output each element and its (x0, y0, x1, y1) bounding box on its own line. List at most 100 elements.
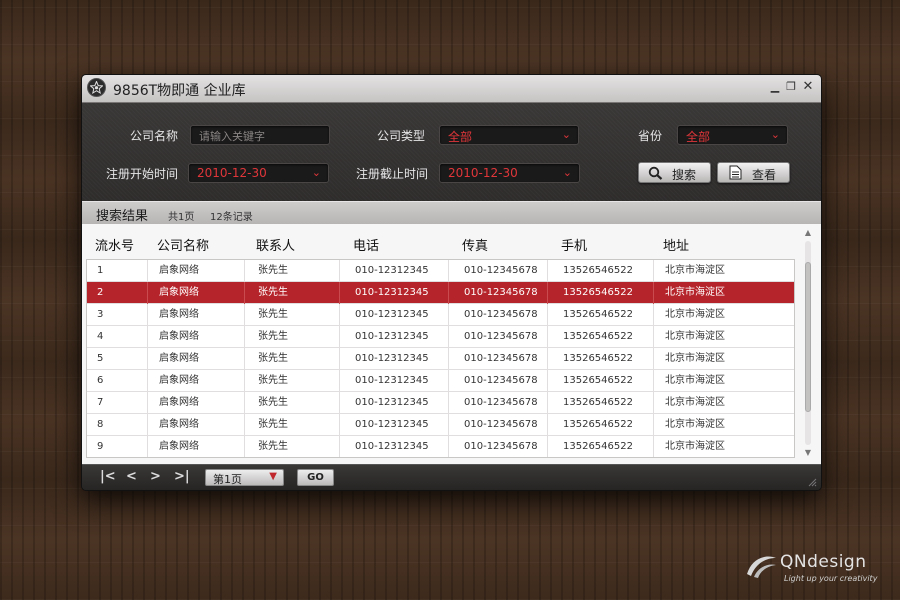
table-row[interactable]: 2 启象网络 张先生 010-12312345 010-12345678 13526546… (87, 282, 794, 304)
table-row[interactable]: 8 启象网络 张先生 010-12312345 010-12345678 13526546… (87, 414, 794, 436)
view-button[interactable]: 查看 (717, 162, 790, 183)
column-divider (339, 348, 340, 370)
column-divider (147, 304, 148, 326)
address-cell: 北京市海淀区 (665, 419, 725, 430)
page-select-value: 第1页 (213, 473, 242, 486)
table-body: 1 启象网络 张先生 010-12312345 010-12345678 13526546… (86, 259, 795, 458)
address-header[interactable]: 地址 (663, 235, 689, 254)
contact-cell: 张先生 (258, 353, 288, 364)
contact-header[interactable]: 联系人 (256, 235, 295, 254)
reg-end-label: 注册截止时间 (356, 167, 429, 181)
province-value: 全部 (686, 130, 711, 144)
fax-cell: 010-12345678 (464, 441, 538, 452)
company-type-value: 全部 (448, 130, 473, 144)
serial-cell: 9 (97, 441, 104, 452)
table-row[interactable]: 6 启象网络 张先生 010-12312345 010-12345678 13526546… (87, 370, 794, 392)
go-button[interactable]: GO (297, 469, 334, 486)
column-divider (147, 348, 148, 370)
column-divider (244, 260, 245, 282)
search-button[interactable]: 搜索 (638, 162, 711, 183)
column-divider (653, 326, 654, 348)
pagination-bar: |< < > >| 第1页 ▼ GO (82, 464, 821, 490)
close-icon[interactable]: ✕ (801, 79, 815, 95)
mobile-cell: 13526546522 (563, 419, 633, 430)
search-icon (648, 166, 663, 180)
table-row[interactable]: 7 启象网络 张先生 010-12312345 010-12345678 13526546… (87, 392, 794, 414)
company-name-cell: 启象网络 (159, 397, 199, 408)
column-divider (653, 348, 654, 370)
contact-cell: 张先生 (258, 287, 288, 298)
serial-cell: 4 (97, 331, 104, 342)
column-divider (547, 260, 548, 282)
phone-cell: 010-12312345 (355, 397, 429, 408)
vertical-scrollbar[interactable]: ▲ ▼ (802, 228, 814, 458)
last-page-icon[interactable]: >| (174, 469, 190, 484)
column-divider (448, 392, 449, 414)
company-name-header[interactable]: 公司名称 (157, 235, 209, 254)
table-row[interactable]: 5 启象网络 张先生 010-12312345 010-12345678 13526546… (87, 348, 794, 370)
table-row[interactable]: 4 启象网络 张先生 010-12312345 010-12345678 13526546… (87, 326, 794, 348)
enterprise-library-window: 9856T物即通 企业库 ▁ ❐ ✕ 公司名称 请输入关键字 公司类型 全部 ⌄… (81, 74, 822, 491)
restore-icon[interactable]: ❐ (784, 79, 798, 95)
contact-cell: 张先生 (258, 397, 288, 408)
phone-cell: 010-12312345 (355, 441, 429, 452)
scroll-down-icon[interactable]: ▼ (802, 448, 814, 458)
title-bar[interactable]: 9856T物即通 企业库 ▁ ❐ ✕ (82, 75, 821, 103)
column-divider (448, 348, 449, 370)
reg-start-date-select[interactable]: 2010-12-30 ⌄ (188, 163, 329, 183)
app-logo-icon (87, 78, 106, 97)
brand-tagline: Light up your creativity (784, 574, 878, 583)
chevron-down-icon: ▼ (269, 471, 277, 482)
contact-cell: 张先生 (258, 265, 288, 276)
page-count: 共1页 (168, 212, 195, 223)
prev-page-icon[interactable]: < (126, 469, 137, 484)
column-divider (339, 392, 340, 414)
column-divider (653, 304, 654, 326)
company-name-label: 公司名称 (130, 129, 179, 143)
column-divider (244, 348, 245, 370)
table-row[interactable]: 1 启象网络 张先生 010-12312345 010-12345678 13526546… (87, 260, 794, 282)
mobile-header[interactable]: 手机 (561, 235, 587, 254)
phone-header[interactable]: 电话 (353, 235, 379, 254)
company-name-input[interactable]: 请输入关键字 (190, 125, 330, 145)
minimize-icon[interactable]: ▁ (768, 79, 782, 95)
resize-grip-icon[interactable] (807, 477, 817, 487)
fax-cell: 010-12345678 (464, 309, 538, 320)
fax-header[interactable]: 传真 (462, 235, 488, 254)
column-divider (244, 392, 245, 414)
fax-cell: 010-12345678 (464, 331, 538, 342)
company-name-cell: 启象网络 (159, 441, 199, 452)
filter-panel: 公司名称 请输入关键字 公司类型 全部 ⌄ 省份 全部 ⌄ 注册开始时间 201… (82, 103, 821, 201)
mobile-cell: 13526546522 (563, 397, 633, 408)
table-row[interactable]: 9 启象网络 张先生 010-12312345 010-12345678 13526546… (87, 436, 794, 457)
address-cell: 北京市海淀区 (665, 331, 725, 342)
company-type-select[interactable]: 全部 ⌄ (439, 125, 579, 145)
company-type-label: 公司类型 (377, 129, 426, 143)
column-divider (339, 260, 340, 282)
province-select[interactable]: 全部 ⌄ (677, 125, 788, 145)
reg-end-date-select[interactable]: 2010-12-30 ⌄ (439, 163, 580, 183)
document-icon (729, 165, 742, 180)
serial-cell: 6 (97, 375, 104, 386)
scroll-up-icon[interactable]: ▲ (802, 228, 814, 238)
column-divider (147, 436, 148, 457)
scroll-thumb[interactable] (805, 262, 811, 412)
column-divider (448, 326, 449, 348)
next-page-icon[interactable]: > (150, 469, 161, 484)
qn-logo-icon (747, 556, 776, 578)
column-divider (448, 436, 449, 457)
column-divider (244, 370, 245, 392)
chevron-down-icon: ⌄ (311, 166, 321, 179)
first-page-icon[interactable]: |< (100, 469, 116, 484)
table-header: 流水号 公司名称 联系人 电话 传真 手机 地址 (82, 224, 802, 259)
phone-cell: 010-12312345 (355, 353, 429, 364)
mobile-cell: 13526546522 (563, 353, 633, 364)
phone-cell: 010-12312345 (355, 265, 429, 276)
company-name-placeholder: 请输入关键字 (199, 130, 265, 143)
table-row[interactable]: 3 启象网络 张先生 010-12312345 010-12345678 13526546… (87, 304, 794, 326)
column-divider (653, 414, 654, 436)
phone-cell: 010-12312345 (355, 287, 429, 298)
serial-header[interactable]: 流水号 (95, 235, 134, 254)
window-title: 9856T物即通 企业库 (113, 83, 246, 99)
page-select[interactable]: 第1页 ▼ (205, 469, 284, 486)
